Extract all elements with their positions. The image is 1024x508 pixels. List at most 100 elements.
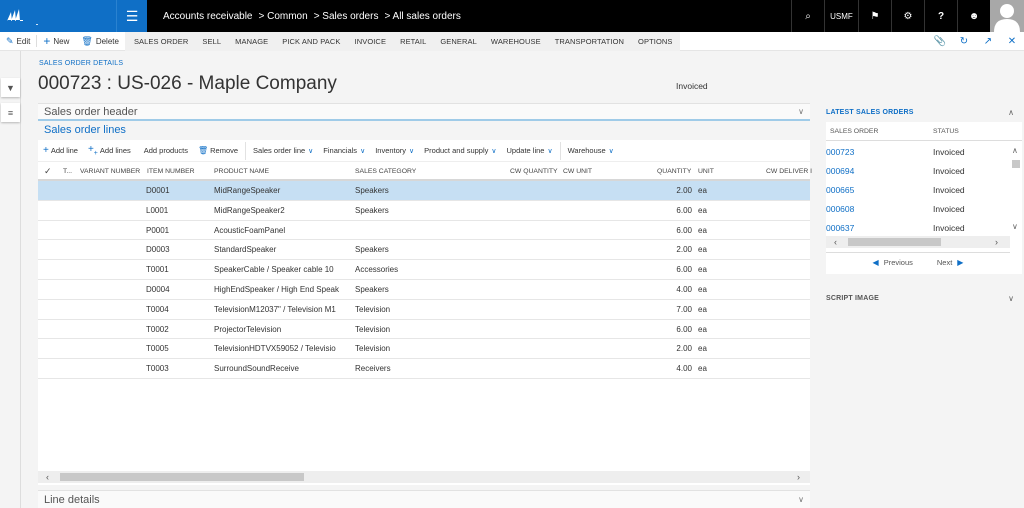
column-header-item-number[interactable]: ITEM NUMBER <box>147 162 195 181</box>
item-number-cell[interactable]: D0001 <box>146 181 206 201</box>
product-name-cell[interactable]: HighEndSpeaker / High End Speak <box>214 280 350 300</box>
chevron-up-icon[interactable]: ∧ <box>1008 108 1014 117</box>
scrollbar-thumb[interactable] <box>1012 160 1020 168</box>
new-button[interactable]: + New <box>37 32 75 51</box>
table-row[interactable]: T0003 SurroundSoundReceive Receivers 4.00 ea <box>38 359 810 379</box>
scrollbar-thumb[interactable] <box>848 238 941 246</box>
column-header-status[interactable]: STATUS <box>933 122 959 141</box>
product-and-supply-menu[interactable]: Product and supply ∨ <box>419 146 501 155</box>
quantity-cell[interactable]: 2.00 <box>638 181 692 201</box>
list-item[interactable]: 000723 Invoiced <box>826 143 1010 162</box>
item-number-cell[interactable]: T0005 <box>146 339 206 359</box>
item-number-cell[interactable]: D0004 <box>146 280 206 300</box>
table-row[interactable]: D0004 HighEndSpeaker / High End Speak Spea… <box>38 280 810 300</box>
column-header-cw-unit[interactable]: CW UNIT <box>563 162 592 181</box>
open-new-window-icon[interactable]: ↗ <box>976 36 1000 47</box>
settings-button[interactable]: ⚙ <box>891 0 924 32</box>
product-name-cell[interactable]: MidRangeSpeaker <box>214 181 350 201</box>
item-number-cell[interactable]: T0004 <box>146 300 206 320</box>
item-number-cell[interactable]: T0002 <box>146 320 206 340</box>
sales-category-cell[interactable]: Receivers <box>355 359 435 379</box>
scroll-right-icon[interactable]: › <box>797 471 800 483</box>
list-item[interactable]: 000694 Invoiced <box>826 162 1010 181</box>
table-row[interactable]: T0002 ProjectorTelevision Television 6.00 ea <box>38 320 810 340</box>
tab-sell[interactable]: SELL <box>195 37 228 46</box>
add-line-button[interactable]: + Add line <box>38 145 83 156</box>
table-row[interactable]: T0004 TelevisionM12037" / Television M1 Te… <box>38 300 810 320</box>
filter-button[interactable]: ▼ <box>1 78 20 97</box>
item-number-cell[interactable]: T0001 <box>146 260 206 280</box>
table-row[interactable]: L0001 MidRangeSpeaker2 Speakers 6.00 ea <box>38 201 810 221</box>
quantity-cell[interactable]: 4.00 <box>638 359 692 379</box>
scrollbar-thumb[interactable] <box>60 473 304 481</box>
quantity-cell[interactable]: 4.00 <box>638 280 692 300</box>
chevron-down-icon[interactable]: ∨ <box>1008 294 1014 303</box>
tab-pick-and-pack[interactable]: PICK AND PACK <box>275 37 347 46</box>
notifications-button[interactable]: ⚑ <box>858 0 891 32</box>
tab-options[interactable]: OPTIONS <box>631 37 679 46</box>
list-item[interactable]: 000665 Invoiced <box>826 181 1010 200</box>
product-name-cell[interactable]: SpeakerCable / Speaker cable 10 <box>214 260 350 280</box>
remove-button[interactable]: 🗑 Remove <box>193 146 243 155</box>
item-number-cell[interactable]: P0001 <box>146 221 206 241</box>
add-products-button[interactable]: Add products <box>136 146 193 155</box>
refresh-icon[interactable]: ↻ <box>952 36 976 47</box>
sales-category-cell[interactable]: Television <box>355 339 435 359</box>
product-name-cell[interactable]: MidRangeSpeaker2 <box>214 201 350 221</box>
unit-cell[interactable]: ea <box>698 359 728 379</box>
table-row[interactable]: T0001 SpeakerCable / Speaker cable 10 Acce… <box>38 260 810 280</box>
financials-menu[interactable]: Financials ∨ <box>318 146 370 155</box>
quantity-cell[interactable]: 6.00 <box>638 221 692 241</box>
unit-cell[interactable]: ea <box>698 280 728 300</box>
sales-order-lines-title[interactable]: Sales order lines <box>44 124 126 136</box>
table-row[interactable]: D0003 StandardSpeaker Speakers 2.00 ea <box>38 240 810 261</box>
tab-manage[interactable]: MANAGE <box>228 37 275 46</box>
warehouse-menu[interactable]: Warehouse ∨ <box>563 146 619 155</box>
sales-category-cell[interactable]: Speakers <box>355 240 435 260</box>
scroll-up-icon[interactable]: ∧ <box>1012 146 1018 155</box>
sales-category-cell[interactable]: Accessories <box>355 260 435 280</box>
column-header-type[interactable]: T... <box>63 162 72 181</box>
sales-category-cell[interactable]: Speakers <box>355 280 435 300</box>
unit-cell[interactable]: ea <box>698 339 728 359</box>
tab-general[interactable]: GENERAL <box>433 37 484 46</box>
previous-button[interactable]: Previous <box>884 258 913 267</box>
next-button[interactable]: Next <box>937 258 952 267</box>
product-name-cell[interactable]: ProjectorTelevision <box>214 320 350 340</box>
sales-order-link[interactable]: 000608 <box>826 200 854 219</box>
table-row[interactable]: D0001 MidRangeSpeaker Speakers 2.00 ea <box>38 181 810 201</box>
list-vertical-scrollbar[interactable]: ∧ ∨ <box>1010 146 1022 236</box>
company-picker[interactable]: USMF <box>824 0 858 32</box>
unit-cell[interactable]: ea <box>698 201 728 221</box>
tab-warehouse[interactable]: WAREHOUSE <box>484 37 548 46</box>
sales-category-cell[interactable]: Speakers <box>355 181 435 201</box>
column-header-sales-category[interactable]: SALES CATEGORY <box>355 162 416 181</box>
unit-cell[interactable]: ea <box>698 300 728 320</box>
product-name-cell[interactable]: TelevisionM12037" / Television M1 <box>214 300 350 320</box>
table-row[interactable]: P0001 AcousticFoamPanel 6.00 ea <box>38 221 810 241</box>
script-image-title[interactable]: SCRIPT IMAGE <box>826 295 879 302</box>
unit-cell[interactable]: ea <box>698 260 728 280</box>
item-number-cell[interactable]: T0003 <box>146 359 206 379</box>
update-line-menu[interactable]: Update line ∨ <box>502 146 558 155</box>
quantity-cell[interactable]: 2.00 <box>638 339 692 359</box>
hamburger-menu-button[interactable]: ☰ <box>116 0 147 32</box>
user-avatar[interactable] <box>990 0 1024 32</box>
feedback-button[interactable]: ☻ <box>957 0 990 32</box>
previous-arrow-icon[interactable]: ◀ <box>873 258 879 267</box>
tab-invoice[interactable]: INVOICE <box>348 37 394 46</box>
table-row[interactable]: T0005 TelevisionHDTVX59052 / Televisio Tel… <box>38 339 810 360</box>
column-header-unit[interactable]: UNIT <box>698 162 714 181</box>
help-button[interactable]: ? <box>924 0 957 32</box>
list-item[interactable]: 000608 Invoiced <box>826 200 1010 219</box>
quantity-cell[interactable]: 6.00 <box>638 260 692 280</box>
list-horizontal-scrollbar[interactable]: ‹ › <box>826 236 1010 248</box>
column-header-product-name[interactable]: PRODUCT NAME <box>214 162 269 181</box>
unit-cell[interactable]: ea <box>698 320 728 340</box>
breadcrumb-item[interactable]: > Common <box>259 11 308 22</box>
sales-category-cell[interactable]: Television <box>355 320 435 340</box>
sales-order-link[interactable]: 000694 <box>826 162 854 181</box>
sales-order-line-menu[interactable]: Sales order line ∨ <box>248 146 318 155</box>
item-number-cell[interactable]: L0001 <box>146 201 206 221</box>
breadcrumb-item[interactable]: > Sales orders <box>314 11 379 22</box>
